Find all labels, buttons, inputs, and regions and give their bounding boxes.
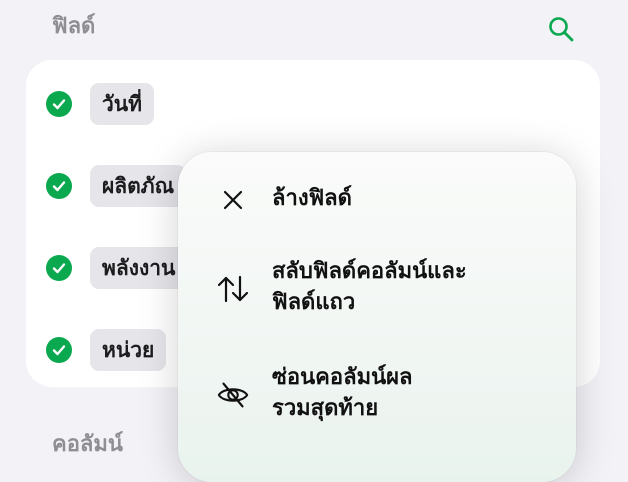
hide-grand-total-column-menu-item[interactable]: ซ่อนคอลัมน์ผล รวมสุดท้าย (178, 362, 576, 428)
checkmark-icon[interactable] (46, 255, 72, 281)
swap-row-column-fields-menu-item[interactable]: สลับฟิลด์คอลัมน์และ ฟิลด์แถว (178, 256, 576, 322)
columns-section-header: คอลัมน์ (52, 432, 123, 457)
checkmark-icon[interactable] (46, 91, 72, 117)
swap-arrows-icon (216, 272, 250, 306)
eye-slash-icon (216, 378, 250, 412)
field-chip[interactable]: หน่วย (90, 329, 167, 371)
menu-item-label: สลับฟิลด์คอลัมน์และ ฟิลด์แถว (272, 259, 467, 315)
menu-item-label: ล้างฟิลด์ (272, 186, 352, 211)
search-button[interactable] (544, 12, 578, 46)
clear-fields-menu-item[interactable]: ล้างฟิลด์ (178, 180, 576, 222)
context-menu: ล้างฟิลด์ สลับฟิลด์คอลัมน์และ ฟิลด์แถว ซ… (178, 152, 576, 482)
menu-item-label: ซ่อนคอลัมน์ผล รวมสุดท้าย (272, 365, 413, 421)
field-chip[interactable]: ผลิตภัณ (90, 165, 187, 207)
field-chip[interactable]: วันที่ (90, 83, 154, 125)
search-icon (549, 17, 574, 42)
checkmark-icon[interactable] (46, 337, 72, 363)
fields-section-header: ฟิลด์ (52, 14, 96, 39)
close-icon (216, 183, 250, 217)
checkmark-icon[interactable] (46, 173, 72, 199)
field-chip[interactable]: พลังงาน (90, 247, 188, 289)
field-row-date[interactable]: วันที่ (26, 80, 600, 128)
